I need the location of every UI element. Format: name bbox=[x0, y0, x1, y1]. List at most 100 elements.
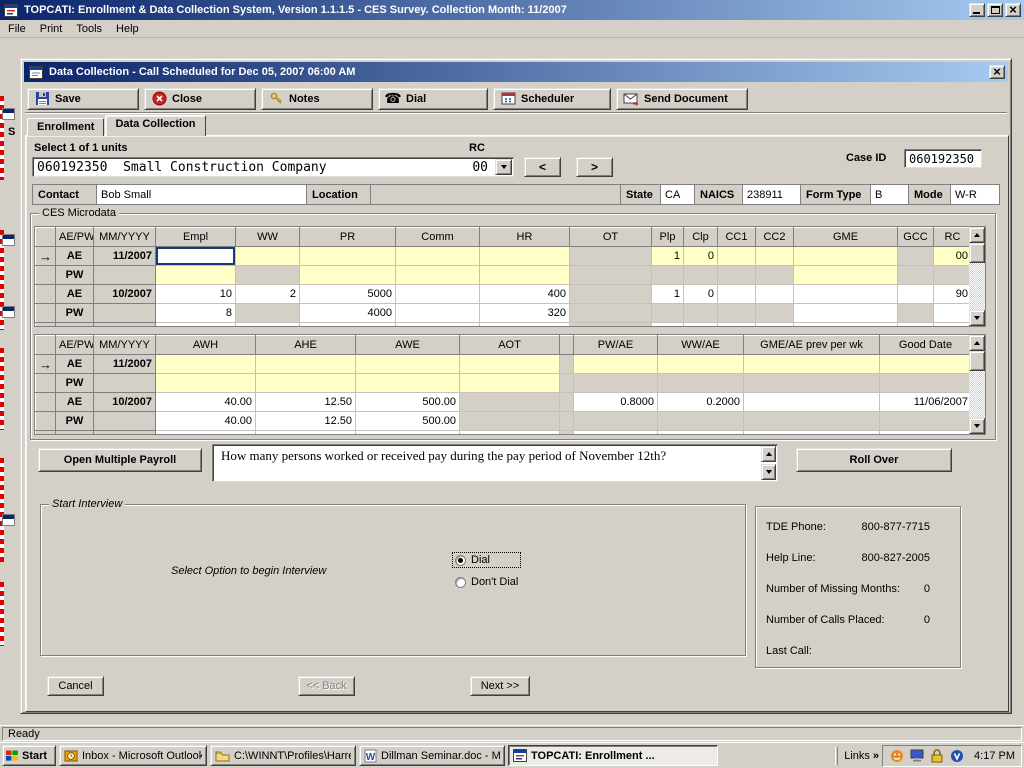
data-cell[interactable] bbox=[898, 285, 934, 304]
data-cell[interactable] bbox=[396, 323, 480, 328]
data-cell[interactable] bbox=[236, 323, 300, 328]
combo-dropdown-button[interactable] bbox=[495, 159, 512, 175]
data-cell[interactable] bbox=[880, 431, 972, 436]
data-cell[interactable] bbox=[480, 266, 570, 285]
data-cell[interactable]: 10 bbox=[156, 285, 236, 304]
data-cell[interactable] bbox=[236, 304, 300, 323]
data-cell[interactable] bbox=[794, 323, 898, 328]
taskbar-clock[interactable]: 4:17 PM bbox=[974, 750, 1015, 762]
menu-file[interactable]: File bbox=[1, 21, 33, 37]
data-cell[interactable] bbox=[156, 431, 256, 436]
data-cell[interactable] bbox=[756, 323, 794, 328]
scroll-up-button[interactable] bbox=[969, 227, 985, 243]
next-button[interactable]: Next >> bbox=[470, 676, 530, 696]
roll-over-button[interactable]: Roll Over bbox=[796, 448, 952, 472]
data-cell[interactable]: 12.50 bbox=[256, 393, 356, 412]
data-cell[interactable] bbox=[570, 323, 652, 328]
data-cell[interactable] bbox=[658, 412, 744, 431]
question-scroll-up-button[interactable] bbox=[761, 446, 776, 462]
lock-icon[interactable] bbox=[929, 748, 945, 764]
data-cell[interactable] bbox=[718, 304, 756, 323]
data-cell[interactable]: 0 bbox=[684, 285, 718, 304]
data-cell[interactable] bbox=[300, 266, 396, 285]
data-cell[interactable] bbox=[652, 266, 684, 285]
data-cell[interactable] bbox=[256, 374, 356, 393]
data-cell[interactable] bbox=[574, 374, 658, 393]
data-cell[interactable] bbox=[756, 247, 794, 266]
data-cell[interactable] bbox=[756, 304, 794, 323]
data-cell[interactable] bbox=[396, 266, 480, 285]
data-cell[interactable] bbox=[560, 393, 574, 412]
data-cell[interactable] bbox=[744, 393, 880, 412]
data-cell[interactable]: 320 bbox=[480, 304, 570, 323]
data-cell[interactable] bbox=[356, 374, 460, 393]
state-field[interactable]: CA bbox=[661, 185, 695, 204]
data-cell[interactable]: 500.00 bbox=[356, 412, 460, 431]
tab-enrollment[interactable]: Enrollment bbox=[27, 118, 104, 136]
interview-question[interactable]: How many persons worked or received pay … bbox=[212, 444, 778, 482]
data-cell[interactable] bbox=[396, 304, 480, 323]
data-cell[interactable] bbox=[880, 374, 972, 393]
open-multiple-payroll-button[interactable]: Open Multiple Payroll bbox=[38, 448, 202, 472]
data-cell[interactable]: 0.2000 bbox=[658, 393, 744, 412]
data-cell[interactable] bbox=[880, 412, 972, 431]
data-cell[interactable]: 40.00 bbox=[156, 412, 256, 431]
data-cell[interactable] bbox=[570, 304, 652, 323]
data-cell[interactable]: 500.00 bbox=[356, 393, 460, 412]
radio-option-don-t-dial[interactable]: Don't Dial bbox=[453, 575, 520, 589]
toolbar-dial-button[interactable]: ☎Dial bbox=[378, 88, 488, 110]
data-cell[interactable] bbox=[460, 374, 560, 393]
unit-combo[interactable]: 060192350 Small Construction Company 00 bbox=[32, 157, 514, 177]
data-cell[interactable] bbox=[570, 285, 652, 304]
toolbar-notes-button[interactable]: Notes bbox=[261, 88, 373, 110]
data-cell[interactable] bbox=[658, 355, 744, 374]
data-cell[interactable]: 0.8000 bbox=[574, 393, 658, 412]
data-cell[interactable] bbox=[574, 355, 658, 374]
contact-field[interactable]: Bob Small bbox=[97, 185, 307, 204]
messenger-icon[interactable] bbox=[889, 748, 905, 764]
data-cell[interactable] bbox=[744, 431, 880, 436]
data-cell[interactable]: 1 bbox=[652, 285, 684, 304]
toolbar-scheduler-button[interactable]: Scheduler bbox=[493, 88, 611, 110]
data-cell[interactable] bbox=[794, 304, 898, 323]
vertical-scrollbar[interactable] bbox=[969, 227, 985, 326]
previous-unit-button[interactable]: < bbox=[524, 157, 561, 177]
data-cell[interactable]: 8 bbox=[156, 304, 236, 323]
data-cell[interactable] bbox=[396, 285, 480, 304]
data-cell[interactable] bbox=[256, 355, 356, 374]
data-cell[interactable] bbox=[480, 323, 570, 328]
data-cell[interactable] bbox=[480, 247, 570, 266]
data-cell[interactable] bbox=[156, 323, 236, 328]
scroll-up-button[interactable] bbox=[969, 335, 985, 351]
scrollbar-thumb[interactable] bbox=[969, 351, 985, 371]
data-cell[interactable] bbox=[794, 266, 898, 285]
data-cell[interactable] bbox=[460, 355, 560, 374]
data-cell[interactable] bbox=[156, 266, 236, 285]
data-cell[interactable] bbox=[300, 323, 396, 328]
next-unit-button[interactable]: > bbox=[576, 157, 613, 177]
taskbar-task-inbox-microsoft-outlook[interactable]: Inbox - Microsoft Outlook bbox=[59, 745, 207, 766]
data-cell[interactable] bbox=[744, 412, 880, 431]
minimize-button[interactable] bbox=[969, 3, 985, 17]
menu-help[interactable]: Help bbox=[109, 21, 146, 37]
taskbar-task-c-winnt-profiles-harre[interactable]: C:\WINNT\Profiles\Harre... bbox=[210, 745, 356, 766]
data-cell[interactable]: 11/06/2007 bbox=[880, 393, 972, 412]
data-cell[interactable] bbox=[236, 247, 300, 266]
dialog-close-button[interactable] bbox=[989, 65, 1005, 79]
data-cell[interactable]: 400 bbox=[480, 285, 570, 304]
toolbar-send-document-button[interactable]: Send Document bbox=[616, 88, 748, 110]
question-scroll-down-button[interactable] bbox=[761, 464, 776, 480]
data-cell[interactable] bbox=[156, 247, 236, 266]
close-button[interactable] bbox=[1005, 3, 1021, 17]
taskbar-task-dillman-seminar-doc-mic[interactable]: WDillman Seminar.doc - Mic... bbox=[359, 745, 505, 766]
scrollbar-thumb[interactable] bbox=[969, 243, 985, 263]
data-cell[interactable] bbox=[684, 266, 718, 285]
cancel-button[interactable]: Cancel bbox=[47, 676, 104, 696]
data-cell[interactable] bbox=[560, 374, 574, 393]
data-cell[interactable] bbox=[684, 304, 718, 323]
data-cell[interactable] bbox=[718, 323, 756, 328]
data-cell[interactable] bbox=[396, 247, 480, 266]
data-cell[interactable] bbox=[794, 247, 898, 266]
data-cell[interactable]: 00 bbox=[934, 247, 972, 266]
chevron-right-icon[interactable] bbox=[873, 750, 879, 762]
